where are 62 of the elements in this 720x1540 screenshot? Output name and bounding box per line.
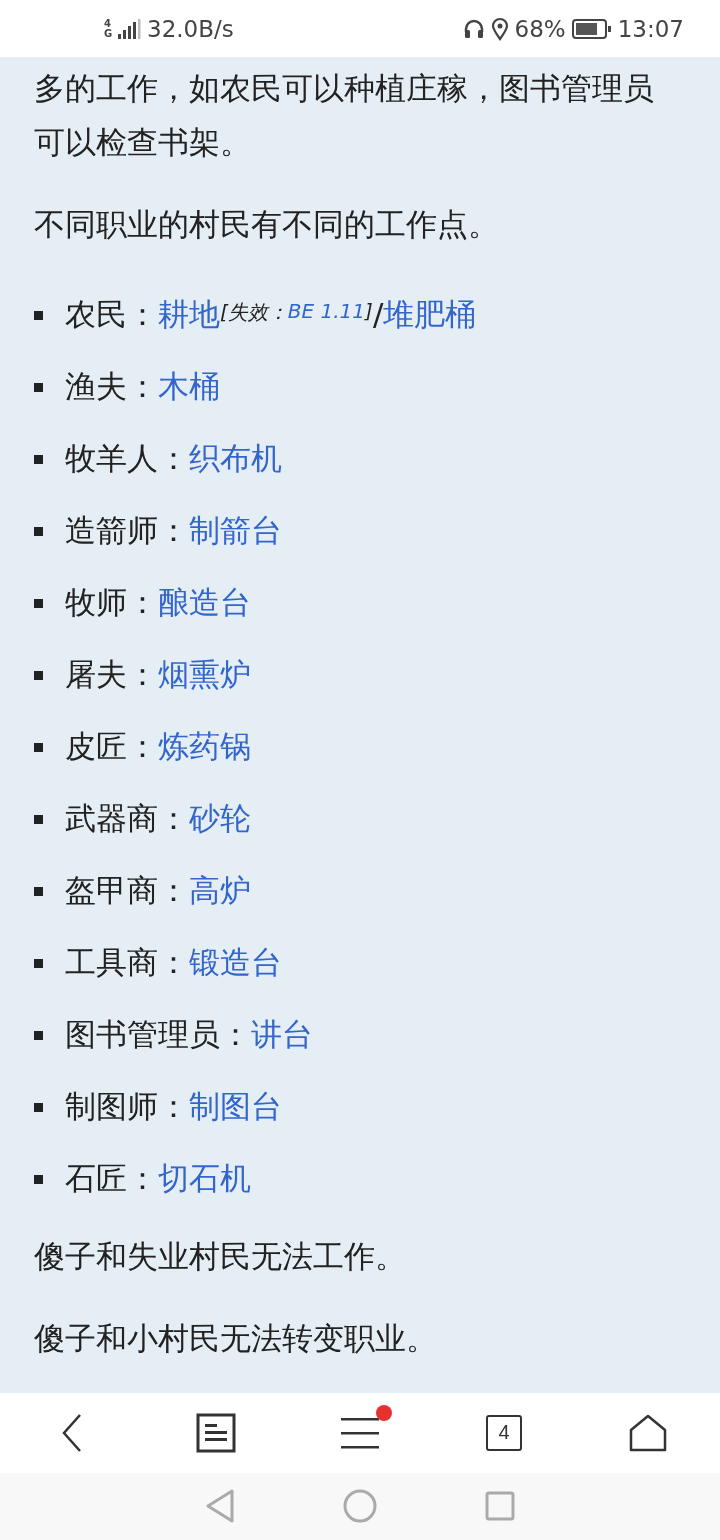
paragraph: 多的工作，如农民可以种植庄稼，图书管理员可以检查书架。 — [34, 69, 655, 163]
wiki-link[interactable]: 炼药锅 — [158, 726, 251, 769]
bullet-icon — [34, 814, 43, 824]
signal-icon — [117, 17, 141, 40]
battery-icon — [571, 18, 612, 39]
wiki-link[interactable]: 讲台 — [251, 1014, 313, 1057]
note-text: [失效： — [220, 300, 288, 325]
bullet-icon — [34, 454, 43, 464]
back-icon[interactable] — [205, 1489, 235, 1524]
home-icon — [628, 1412, 668, 1453]
wiki-link[interactable]: 木桶 — [158, 366, 220, 409]
bullet-icon — [34, 382, 43, 392]
battery-percent: 68% — [514, 15, 566, 42]
bullet-icon — [34, 526, 43, 536]
note-text: ] — [365, 299, 373, 326]
wiki-link[interactable]: 制箭台 — [189, 510, 282, 553]
recents-icon[interactable] — [485, 1491, 515, 1522]
bullet-icon — [34, 670, 43, 680]
bullet-icon — [34, 1030, 43, 1040]
wiki-link[interactable]: 酿造台 — [158, 582, 251, 625]
profession-label: 工具商： — [65, 943, 189, 983]
bullet-icon — [34, 886, 43, 896]
wiki-link[interactable]: 制图台 — [189, 1086, 282, 1129]
profession-label: 皮匠： — [65, 727, 158, 767]
wiki-link[interactable]: 烟熏炉 — [158, 654, 251, 697]
profession-label: 屠夫： — [65, 655, 158, 695]
paragraph: 傻子和小村民无法转变职业。 — [34, 1319, 438, 1359]
wiki-link[interactable]: 织布机 — [189, 438, 282, 481]
wiki-link[interactable]: 锻造台 — [189, 942, 282, 985]
bullet-icon — [34, 1102, 43, 1112]
wiki-link[interactable]: 高炉 — [189, 870, 251, 913]
profession-label: 牧师： — [65, 583, 158, 623]
separator-text: / — [372, 296, 384, 333]
bullet-icon — [34, 958, 43, 968]
bullet-icon — [34, 310, 43, 320]
clock: 13:07 — [617, 15, 684, 42]
home-icon[interactable] — [343, 1489, 377, 1524]
tabs-button[interactable]: 4 — [468, 1396, 540, 1469]
profession-label: 制图师： — [65, 1087, 189, 1127]
wiki-link[interactable]: 切石机 — [158, 1158, 251, 1201]
network-type: 4G — [104, 18, 114, 39]
profession-label: 造箭师： — [65, 511, 189, 551]
paragraph: 不同职业的村民有不同的工作点。 — [34, 205, 500, 245]
profession-label: 盔甲商： — [65, 871, 189, 911]
profession-label: 牧羊人： — [65, 439, 189, 479]
headphones-icon — [462, 17, 485, 40]
network-speed: 32.0B/s — [147, 15, 234, 42]
reader-icon — [196, 1412, 236, 1453]
paragraph: 傻子和失业村民无法工作。 — [34, 1237, 407, 1277]
profession-label: 农民： — [65, 295, 158, 335]
wiki-link[interactable]: 耕地 — [158, 294, 220, 337]
profession-label: 石匠： — [65, 1159, 158, 1199]
wiki-link[interactable]: 砂轮 — [189, 798, 251, 841]
bullet-icon — [34, 1174, 43, 1184]
back-icon — [60, 1412, 84, 1453]
profession-label: 图书管理员： — [65, 1015, 251, 1055]
location-icon — [490, 16, 509, 41]
wiki-link[interactable]: 堆肥桶 — [383, 294, 477, 337]
profession-label: 渔夫： — [65, 367, 158, 407]
bullet-icon — [34, 598, 43, 608]
profession-label: 武器商： — [65, 799, 189, 839]
bullet-icon — [34, 742, 43, 752]
